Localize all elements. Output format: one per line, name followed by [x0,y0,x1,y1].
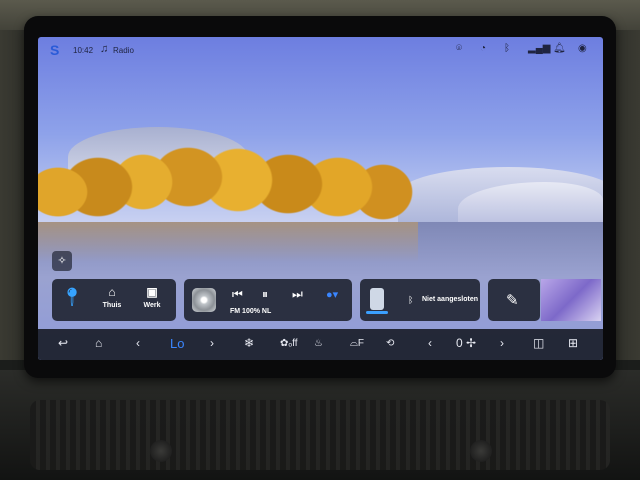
speed-icon[interactable]: ◔ [480,43,486,54]
seat-airflow-icon[interactable]: ♨ [314,338,323,349]
nav-home-label: Thuis [102,302,122,309]
navigation-widget[interactable]: 📍︎ ⌂ Thuis ▣ Werk [52,279,176,321]
phone-icon [370,288,384,310]
previous-track-button[interactable]: ⏮︎ [232,287,243,302]
nav-work-button[interactable]: ▣ Werk [132,285,172,309]
temperature-value[interactable]: Lo [170,336,184,351]
wallpaper-reflection [38,222,418,262]
now-playing-source[interactable]: Radio [113,46,134,55]
air-vent-grille [30,400,610,470]
fan-speed-value[interactable]: 0 ✢ [456,336,476,350]
edit-widgets-button[interactable]: ✎ [488,279,540,321]
bell-icon[interactable]: 🔔︎ [553,43,566,54]
fan-speed-number: 0 [456,336,463,350]
photo-widget[interactable] [541,279,601,321]
home-icon: ⌂ [108,285,116,299]
album-art-disc-icon[interactable] [192,288,216,312]
ac-icon[interactable]: ❄ [244,336,254,350]
phone-widget[interactable]: ᛒ Niet aangesloten [360,279,480,321]
knob-right [470,440,492,462]
status-bar: S 10:42 ♫ Radio ⌾ ◔ ᛒ ▂▄▆ 🔔︎ ◉ [38,37,603,63]
brand-logo-icon[interactable]: S [50,42,59,58]
media-widget[interactable]: ⏮︎ ⏸︎ ⏭︎ FM 100% NL ●▾ [184,279,352,321]
knob-left [150,440,172,462]
wallpaper-trees [38,142,418,222]
bluetooth-icon[interactable]: ᛒ [504,43,510,54]
temp-decrease-button[interactable]: ‹ [136,336,140,350]
sparkle-icon: ✧ [57,255,67,267]
media-source-dropdown-icon[interactable]: ●▾ [326,288,338,301]
phone-indicator [366,311,388,314]
fan-increase-button[interactable]: › [500,336,504,350]
recirculation-icon[interactable]: ⟲ [386,338,394,349]
app-grid-icon[interactable]: ⊞ [568,336,578,350]
station-name: FM 100% NL [230,308,272,315]
climate-off-icon[interactable]: ✿ₒff [280,338,298,349]
infotainment-screen: S 10:42 ♫ Radio ⌾ ◔ ᛒ ▂▄▆ 🔔︎ ◉ ✧ 📍︎ ⌂ Th… [38,37,603,360]
back-icon[interactable]: ↩ [58,336,68,350]
phone-connection-status: Niet aangesloten [422,296,479,303]
fan-icon: ✢ [466,336,477,350]
map-pin-icon[interactable]: 📍︎ [60,287,84,313]
briefcase-icon: ▣ [146,285,158,299]
temp-increase-button[interactable]: › [210,336,214,350]
nav-home-button[interactable]: ⌂ Thuis [92,285,132,309]
user-icon[interactable]: ◉ [578,43,587,54]
assistant-sparkle-button[interactable]: ✧ [52,251,72,271]
fan-decrease-button[interactable]: ‹ [428,336,432,350]
clock: 10:42 [73,46,94,55]
control-bar: ↩ ⌂ ‹ Lo › ❄ ✿ₒff ♨ ⌓F ⟲ ‹ 0 ✢ › ◫ ⊞ [38,329,603,360]
home-icon[interactable]: ⌂ [95,336,102,350]
front-defrost-icon[interactable]: ⌓F [350,338,364,349]
signal-icon[interactable]: ▂▄▆ [528,43,550,54]
nav-work-label: Werk [143,302,161,309]
location-icon[interactable]: ⌾ [456,43,462,54]
edit-icon: ✎ [506,292,519,309]
bluetooth-icon: ᛒ [408,295,414,305]
split-screen-icon[interactable]: ◫ [533,336,544,350]
pause-button[interactable]: ⏸︎ [262,287,268,302]
music-note-icon: ♫ [100,43,109,55]
next-track-button[interactable]: ⏭︎ [292,287,303,302]
